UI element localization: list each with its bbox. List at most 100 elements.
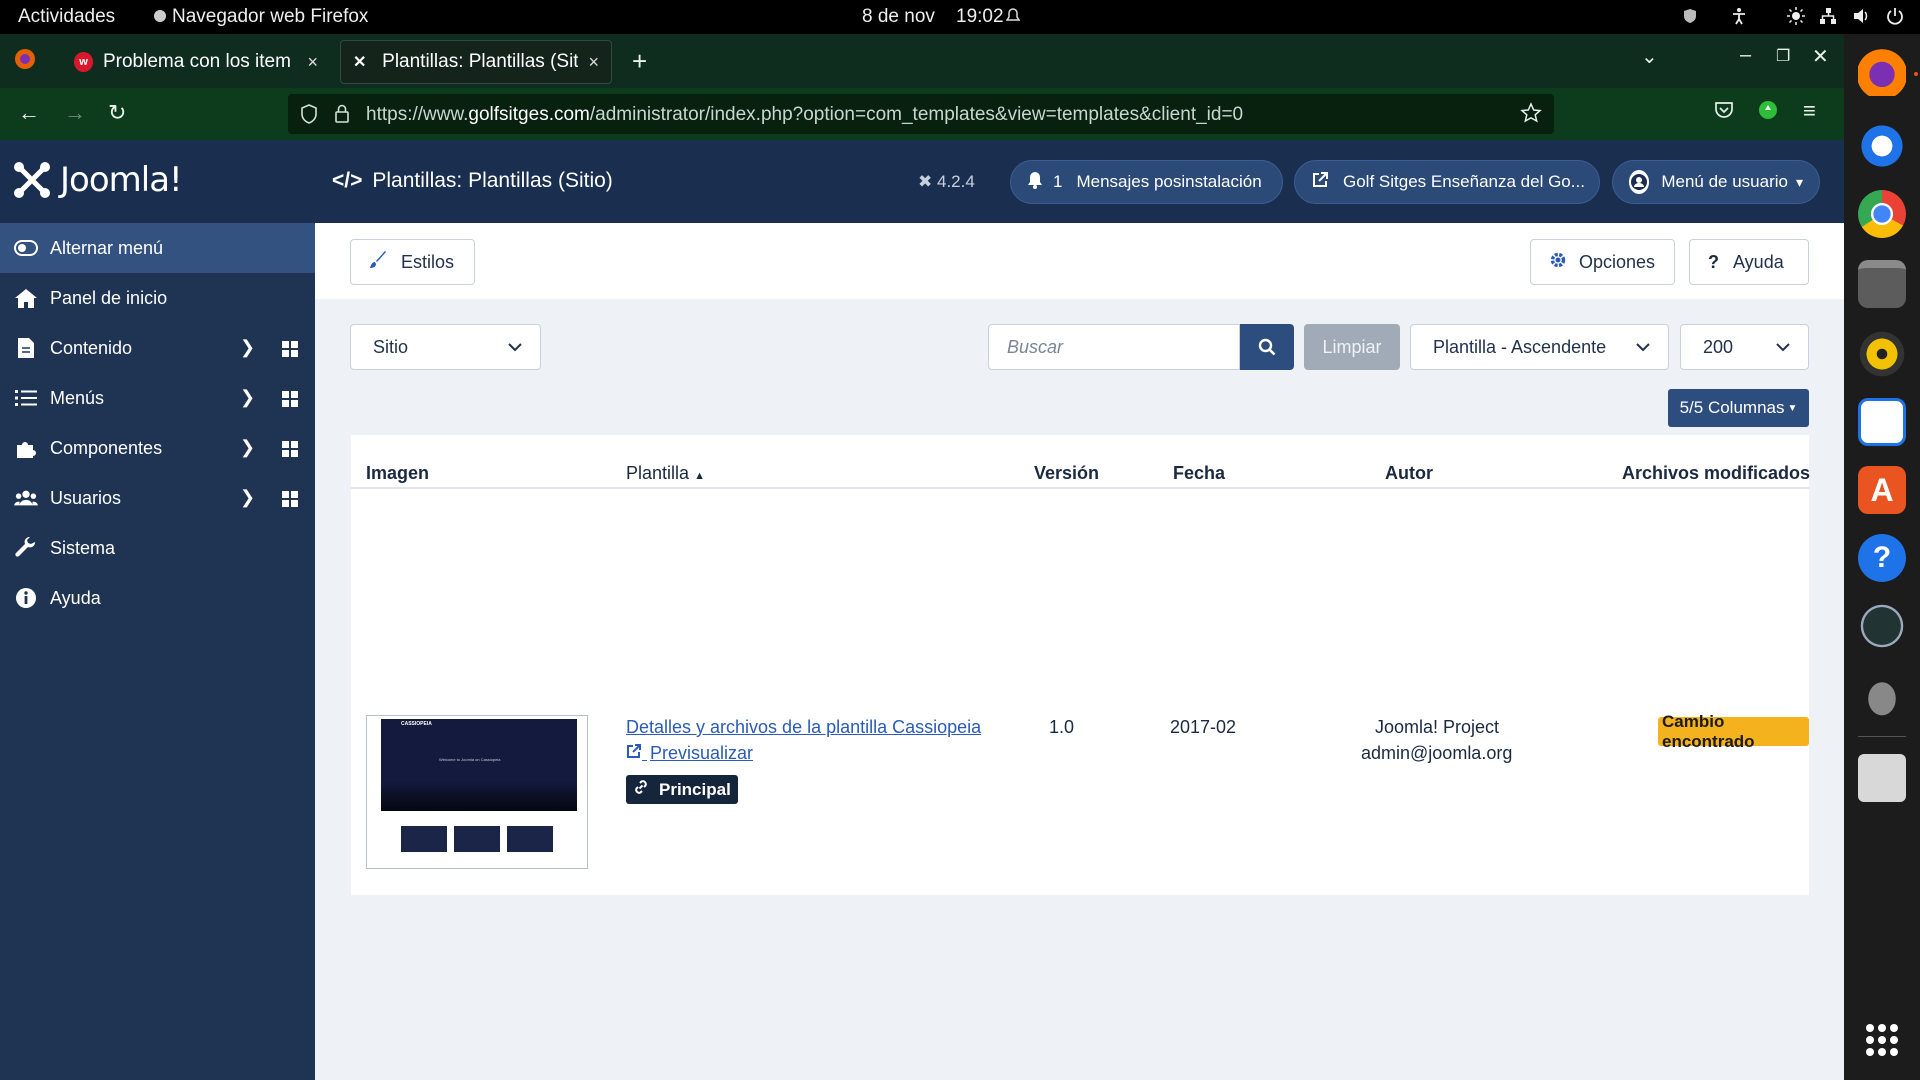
sort-select-value: Plantilla - Ascendente xyxy=(1433,336,1607,357)
templates-table: Imagen Plantilla ▲ Versión Fecha Autor A… xyxy=(351,435,1810,895)
browser-nav-bar: ← → ↻ https://www.golfsitges.com/adminis… xyxy=(0,88,1844,140)
close-window-icon[interactable]: ✕ xyxy=(1812,44,1829,69)
extension-icon[interactable] xyxy=(1758,100,1778,126)
info-icon xyxy=(14,586,38,610)
status-badge: Cambio encontrado xyxy=(1658,712,1809,751)
speed-dock-icon[interactable] xyxy=(1858,602,1906,650)
list-all-tabs-icon[interactable]: ⌄ xyxy=(1641,44,1658,69)
thumb-hero-text: Welcome to Joomla on Cassiopeia xyxy=(439,757,501,762)
show-apps-icon[interactable] xyxy=(1866,1024,1898,1056)
volume-icon[interactable] xyxy=(1851,6,1871,26)
brightness-icon[interactable] xyxy=(1786,6,1806,26)
sidebar-item-help[interactable]: Ayuda xyxy=(0,573,315,623)
chevron-down-icon xyxy=(1758,325,1808,369)
sort-select[interactable]: Plantilla - Ascendente xyxy=(1410,324,1669,370)
date[interactable]: 8 de nov xyxy=(862,6,935,28)
template-details-link[interactable]: Detalles y archivos de la plantilla Cass… xyxy=(626,717,981,738)
close-tab-icon[interactable]: × xyxy=(307,52,318,73)
version-text: 4.2.4 xyxy=(936,172,975,191)
gimp-dock-icon[interactable] xyxy=(1858,670,1906,718)
puzzle-icon xyxy=(14,436,38,460)
activities-button[interactable]: Actividades xyxy=(18,6,115,28)
firefox-dock-icon[interactable] xyxy=(1858,48,1906,96)
styles-button[interactable]: Estilos xyxy=(350,239,475,285)
thumb-trees xyxy=(381,781,577,811)
maximize-icon[interactable]: ❐ xyxy=(1776,46,1790,66)
sidebar-item-label: Panel de inicio xyxy=(50,287,168,308)
sidebar-item-components[interactable]: Componentes ❯ xyxy=(0,423,315,473)
accessibility-icon[interactable] xyxy=(1729,6,1749,26)
column-header-template[interactable]: Plantilla ▲ xyxy=(626,463,705,484)
network-icon[interactable] xyxy=(1818,6,1838,26)
limit-select[interactable]: 200 xyxy=(1680,324,1809,370)
forward-icon[interactable]: → xyxy=(64,100,86,126)
lock-icon[interactable] xyxy=(334,103,350,129)
thumb-card xyxy=(401,826,447,852)
tab-title: Problema con los item de xyxy=(102,51,298,72)
chromium-dock-icon[interactable] xyxy=(1858,122,1906,170)
reload-icon[interactable]: ↻ xyxy=(108,100,126,126)
chevron-right-icon[interactable]: ❯ xyxy=(240,437,255,458)
dashboard-grid-icon[interactable] xyxy=(282,441,298,457)
link-icon xyxy=(633,779,649,800)
chrome-dock-icon[interactable] xyxy=(1858,190,1906,238)
search-button[interactable] xyxy=(1240,324,1294,370)
sidebar-item-toggle-menu[interactable]: Alternar menú xyxy=(0,223,315,273)
sidebar-item-content[interactable]: Contenido ❯ xyxy=(0,323,315,373)
user-menu-button[interactable]: Menú de usuario ▾ xyxy=(1612,160,1820,204)
preview-link[interactable]: Previsualizar xyxy=(626,743,753,764)
joomla-favicon: ✕ xyxy=(353,54,367,71)
help-dock-icon[interactable]: ? xyxy=(1858,534,1906,582)
writer-dock-icon[interactable] xyxy=(1858,398,1906,446)
close-tab-icon[interactable]: × xyxy=(588,52,599,73)
page-title-text: Plantillas: Plantillas (Sitio) xyxy=(372,169,613,192)
clock[interactable]: 19:02 xyxy=(956,6,1004,28)
template-thumbnail[interactable]: CASSIOPEIA Welcome to Joomla on Cassiope… xyxy=(366,715,588,869)
dashboard-grid-icon[interactable] xyxy=(282,341,298,357)
chevron-right-icon[interactable]: ❯ xyxy=(240,337,255,358)
tracking-shield-icon[interactable] xyxy=(300,104,318,130)
minimize-icon[interactable]: – xyxy=(1740,44,1751,67)
sidebar-item-users[interactable]: Usuarios ❯ xyxy=(0,473,315,523)
browser-tab-problema[interactable]: w Problema con los item de × xyxy=(62,40,330,84)
back-icon[interactable]: ← xyxy=(18,100,40,126)
running-indicator xyxy=(1914,72,1918,76)
clear-button[interactable]: Limpiar xyxy=(1304,324,1400,370)
files-dock-icon[interactable] xyxy=(1858,260,1906,308)
browser-tab-bar: w Problema con los item de × ✕ Plantilla… xyxy=(0,34,1844,88)
hamburger-menu-icon[interactable]: ≡ xyxy=(1803,98,1816,124)
bookmark-star-icon[interactable] xyxy=(1520,102,1542,130)
sidebar-item-system[interactable]: Sistema xyxy=(0,523,315,573)
url-prefix: https://www. xyxy=(366,104,469,125)
joomla-logo[interactable]: Joomla! xyxy=(12,158,222,202)
url-bar[interactable]: https://www.golfsitges.com/administrator… xyxy=(288,94,1554,134)
power-icon[interactable] xyxy=(1885,6,1905,26)
app-menu[interactable]: Navegador web Firefox xyxy=(172,6,368,28)
columns-button[interactable]: 5/5 Columnas ▼ xyxy=(1668,389,1809,427)
chevron-right-icon[interactable]: ❯ xyxy=(240,387,255,408)
dashboard-grid-icon[interactable] xyxy=(282,491,298,507)
pocket-icon[interactable] xyxy=(1714,100,1734,126)
help-button[interactable]: ? Ayuda xyxy=(1689,239,1809,285)
view-site-button[interactable]: Golf Sitges Enseñanza del Go... xyxy=(1294,160,1600,204)
rhythmbox-dock-icon[interactable] xyxy=(1858,330,1906,378)
sidebar-item-menus[interactable]: Menús ❯ xyxy=(0,373,315,423)
app-center-dock-icon[interactable]: A xyxy=(1858,466,1906,514)
browser-tab-plantillas[interactable]: ✕ Plantillas: Plantillas (Sitio × xyxy=(340,40,612,84)
postinstall-messages-button[interactable]: 1 Mensajes posinstalación xyxy=(1010,160,1283,204)
dashboard-grid-icon[interactable] xyxy=(282,391,298,407)
chevron-right-icon[interactable]: ❯ xyxy=(240,487,255,508)
trash-dock-icon[interactable] xyxy=(1858,754,1906,802)
sidebar-item-label: Menús xyxy=(50,387,105,408)
client-select[interactable]: Sitio xyxy=(350,324,541,370)
url-domain: golfsitges.com xyxy=(468,104,590,125)
firefox-view-icon[interactable] xyxy=(14,48,36,76)
new-tab-icon[interactable]: + xyxy=(632,46,647,77)
page-title: </> Plantillas: Plantillas (Sitio) xyxy=(332,169,613,193)
joomla-forum-favicon: w xyxy=(74,52,93,72)
search-input[interactable]: Buscar xyxy=(988,324,1240,370)
template-author: Joomla! Project xyxy=(1375,717,1500,737)
sidebar-item-home[interactable]: Panel de inicio xyxy=(0,273,315,323)
options-button[interactable]: Opciones xyxy=(1530,239,1675,285)
shield-status-icon[interactable] xyxy=(1680,6,1700,26)
